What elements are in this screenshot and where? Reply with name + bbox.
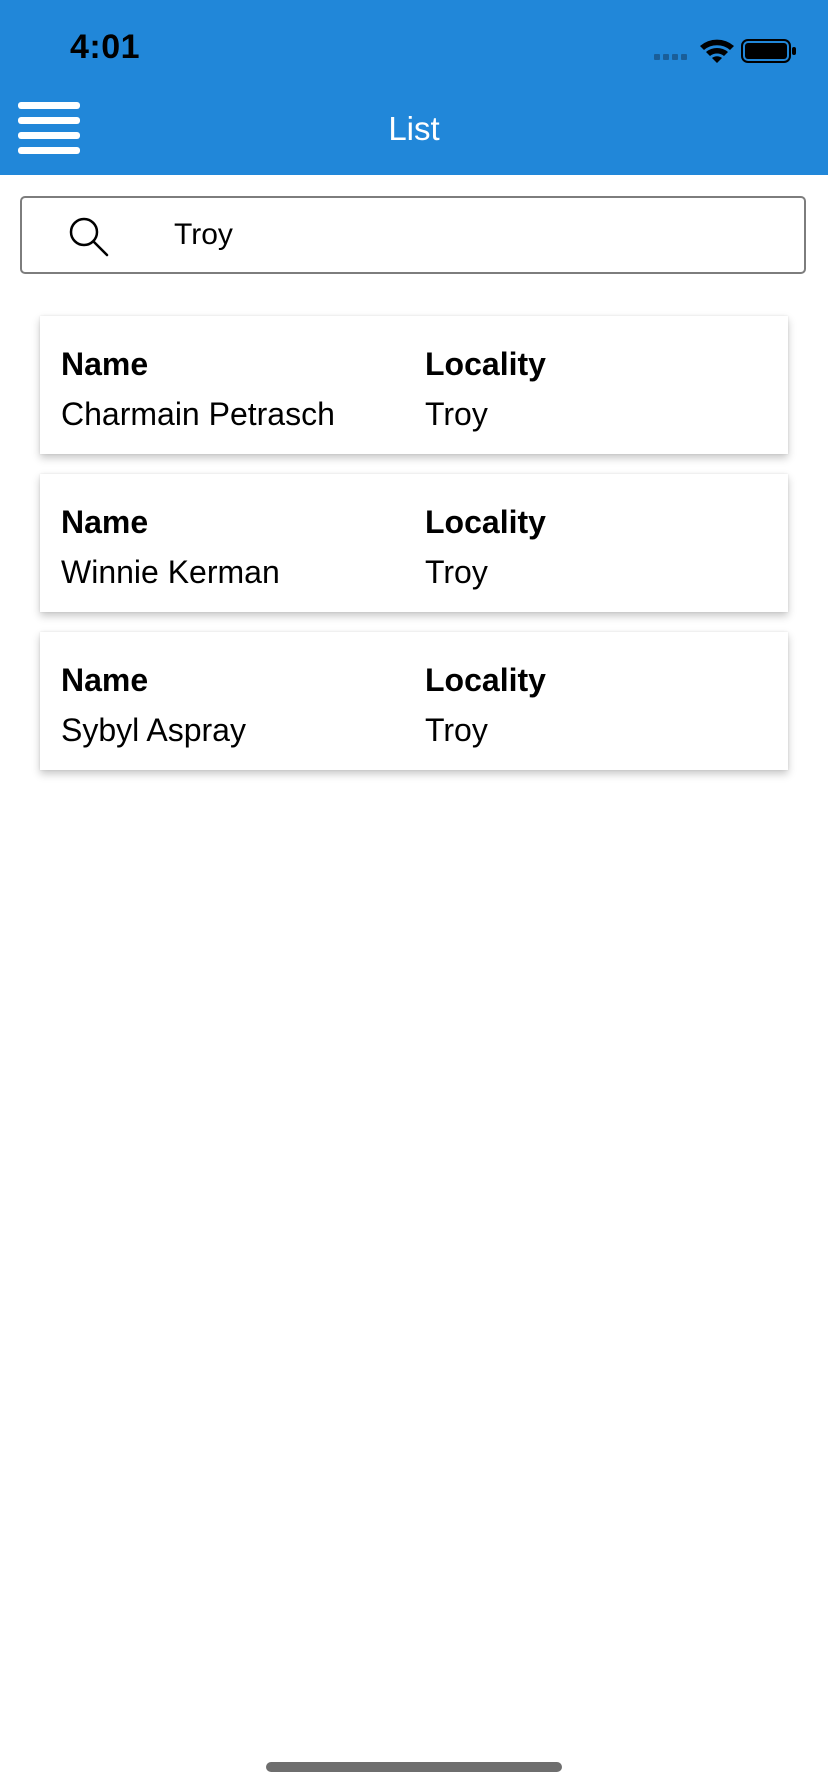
locality-label: Locality — [425, 346, 546, 382]
home-indicator[interactable] — [266, 1762, 562, 1772]
hamburger-menu-icon-bar-top — [18, 102, 80, 109]
locality-label: Locality — [425, 504, 546, 540]
result-card-3[interactable]: Name Locality Sybyl Aspray Troy — [40, 632, 788, 770]
search-input[interactable] — [152, 208, 794, 262]
name-value: Winnie Kerman — [61, 554, 280, 590]
search-bar[interactable] — [20, 196, 806, 274]
locality-value: Troy — [425, 554, 488, 590]
status-icons — [654, 39, 796, 63]
name-label: Name — [61, 662, 149, 698]
locality-label: Locality — [425, 662, 546, 698]
page-title: List — [388, 110, 440, 147]
battery-icon — [741, 39, 796, 63]
name-label: Name — [61, 346, 149, 382]
locality-value: Troy — [425, 712, 488, 748]
wifi-icon — [700, 39, 734, 63]
hamburger-menu-icon-bar-bottom — [18, 147, 80, 154]
result-card-1[interactable]: Name Locality Charmain Petrasch Troy — [40, 316, 788, 454]
app-header: 4:01 List — [0, 0, 828, 175]
name-value: Charmain Petrasch — [61, 396, 335, 432]
status-time: 4:01 — [70, 28, 141, 66]
cellular-signal-icon — [654, 54, 687, 60]
search-icon — [69, 217, 109, 257]
locality-value: Troy — [425, 396, 488, 432]
result-card-2[interactable]: Name Locality Winnie Kerman Troy — [40, 474, 788, 612]
name-value: Sybyl Aspray — [61, 712, 246, 748]
name-label: Name — [61, 504, 149, 540]
